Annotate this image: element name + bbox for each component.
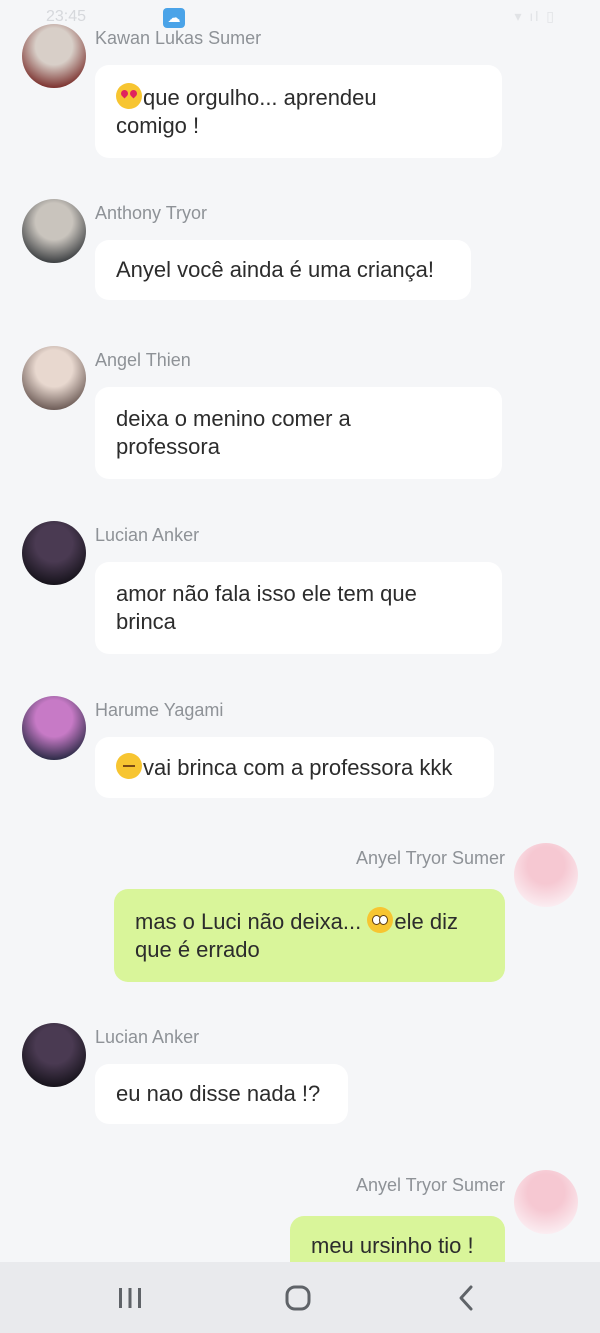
back-icon[interactable]	[446, 1282, 486, 1314]
message-text: brinca	[116, 609, 176, 634]
navigation-bar	[0, 1262, 600, 1333]
message-bubble[interactable]: Anyel você ainda é uma criança!	[95, 240, 471, 300]
message-list[interactable]: Kawan Lukas Sumer que orgulho... aprende…	[0, 0, 600, 1262]
message-text: amor não fala isso ele tem que	[116, 581, 417, 606]
pleading-emoji-icon	[367, 907, 394, 933]
avatar[interactable]	[22, 346, 86, 410]
message-text: ele diz	[394, 909, 458, 934]
sender-name: Harume Yagami	[95, 700, 224, 720]
sleepy-emoji-icon	[116, 753, 142, 779]
sender-name: Kawan Lukas Sumer	[95, 28, 262, 48]
message-text: vai brinca com a professora kkk	[143, 755, 453, 780]
recents-icon[interactable]	[110, 1282, 150, 1314]
message-text: Anyel você ainda é uma criança!	[116, 257, 434, 282]
sender-name: Anyel Tryor Sumer	[355, 1175, 505, 1195]
avatar[interactable]	[22, 696, 86, 760]
message-bubble[interactable]: deixa o menino comer a professora	[95, 387, 502, 479]
home-icon[interactable]	[278, 1282, 318, 1314]
message-text: professora	[116, 434, 220, 459]
avatar[interactable]	[514, 843, 578, 907]
avatar[interactable]	[514, 1170, 578, 1234]
avatar[interactable]	[22, 521, 86, 585]
message-bubble[interactable]: mas o Luci não deixa... ele diz que é er…	[114, 889, 505, 982]
sender-name: Lucian Anker	[95, 525, 200, 545]
message-text: que orgulho... aprendeu	[143, 85, 377, 110]
sender-name: Lucian Anker	[95, 1027, 200, 1047]
message-bubble[interactable]: que orgulho... aprendeu comigo !	[95, 65, 502, 158]
heart-eyes-emoji-icon	[116, 83, 142, 109]
avatar[interactable]	[22, 199, 86, 263]
sender-name: Anthony Tryor	[95, 203, 208, 223]
sender-name: Anyel Tryor Sumer	[355, 848, 505, 868]
message-bubble[interactable]: amor não fala isso ele tem que brinca	[95, 562, 502, 654]
message-bubble[interactable]: meu ursinho tio !	[290, 1216, 505, 1262]
sender-name: Angel Thien	[95, 350, 191, 370]
message-text: que é errado	[135, 937, 260, 962]
chat-screen: 23:45 ☁ ▾ ıl ▯ Kawan Lukas Sumer que org…	[0, 0, 600, 1333]
message-text: mas o Luci não deixa...	[135, 909, 368, 934]
avatar[interactable]	[22, 24, 86, 88]
message-bubble[interactable]: vai brinca com a professora kkk	[95, 737, 494, 798]
message-text: meu ursinho tio !	[311, 1233, 474, 1258]
message-text: comigo !	[116, 113, 200, 138]
message-text: deixa o menino comer a	[116, 406, 351, 431]
avatar[interactable]	[22, 1023, 86, 1087]
message-text: eu nao disse nada !?	[116, 1081, 321, 1106]
message-bubble[interactable]: eu nao disse nada !?	[95, 1064, 348, 1124]
